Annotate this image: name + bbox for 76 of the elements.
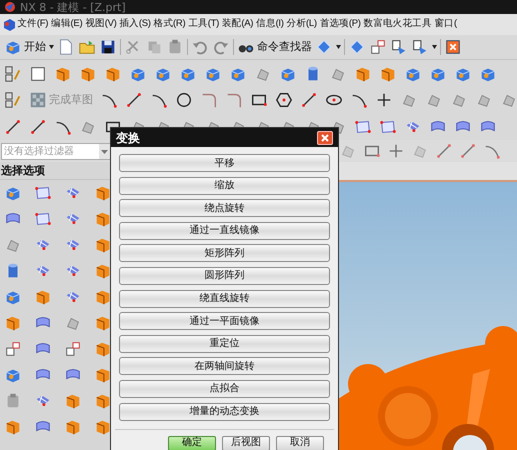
menu-item[interactable]: 窗口( <box>433 17 458 32</box>
transform-option-button[interactable]: 点拟合 <box>119 380 330 398</box>
start-button[interactable]: 开始 <box>4 38 46 56</box>
frames-icon[interactable] <box>64 340 82 358</box>
close-button[interactable] <box>317 130 333 144</box>
line-icon[interactable] <box>300 91 318 109</box>
transform-option-button[interactable]: 绕点旋转 <box>119 199 330 218</box>
transform-option-button[interactable]: 增量的动态变换 <box>119 402 330 421</box>
transform-option-button[interactable]: 缩放 <box>119 176 330 195</box>
transform-option-button[interactable]: 通过一平面镜像 <box>119 312 330 330</box>
transform-option-button[interactable]: 在两轴间旋转 <box>119 357 330 376</box>
line-icon[interactable] <box>29 118 47 136</box>
block-icon[interactable] <box>94 288 112 306</box>
block-icon[interactable] <box>94 262 112 280</box>
block-icon[interactable] <box>34 288 52 306</box>
caret-icon[interactable] <box>432 45 437 49</box>
plus-icon[interactable] <box>375 91 393 109</box>
transform-option-button[interactable]: 平移 <box>119 154 330 172</box>
block-icon[interactable] <box>94 418 112 436</box>
window-title: NX 8 - 建模 - [Z.prt] <box>20 2 126 12</box>
menu-item[interactable]: 编辑(E) <box>50 17 84 32</box>
block-icon[interactable] <box>94 236 112 254</box>
close-icon <box>321 134 329 142</box>
sheet-icon[interactable] <box>29 64 47 82</box>
command-finder-button[interactable]: 命令查找器 <box>237 38 312 56</box>
menu-item[interactable]: 装配(A) <box>220 17 255 32</box>
app-logo-icon <box>4 1 16 13</box>
menu-item[interactable]: 工具(T) <box>186 17 220 32</box>
line-icon[interactable] <box>125 91 143 109</box>
fillet-icon[interactable] <box>225 91 243 109</box>
ok-button[interactable]: 确定 <box>168 436 216 450</box>
layout-icon[interactable] <box>4 91 22 109</box>
block-icon[interactable] <box>94 314 112 332</box>
menu-item[interactable]: 首选项(P) <box>318 17 362 32</box>
menu-item[interactable]: 数富电火花工具 <box>362 17 434 32</box>
surface-icon[interactable] <box>34 210 52 228</box>
surface-icon[interactable] <box>34 184 52 202</box>
block-icon[interactable] <box>64 418 82 436</box>
menu-item[interactable]: 信息(I) <box>254 17 286 32</box>
line-icon[interactable] <box>4 118 22 136</box>
panel-title: 选择选项 <box>0 163 45 179</box>
transform-option-button[interactable]: 圆形阵列 <box>119 266 330 285</box>
polygon-icon[interactable] <box>275 91 293 109</box>
info-icon[interactable] <box>390 38 408 56</box>
block-icon[interactable] <box>64 392 82 410</box>
checkered-flag-icon <box>29 91 47 109</box>
menu-item[interactable]: 视图(V) <box>84 17 118 32</box>
transform-option-button[interactable]: 矩形阵列 <box>119 244 330 262</box>
circle-icon[interactable] <box>175 91 193 109</box>
menu-item[interactable]: 分析(L) <box>285 17 318 32</box>
fillet-icon[interactable] <box>200 91 218 109</box>
transform-option-button[interactable]: 绕直线旋转 <box>119 290 330 308</box>
dialog-button[interactable]: 后视图 <box>222 436 270 450</box>
block-icon[interactable] <box>4 418 22 436</box>
block-icon[interactable] <box>94 340 112 358</box>
block-icon[interactable] <box>94 184 112 202</box>
menu-item[interactable]: 格式(R) <box>152 17 187 32</box>
info-icon[interactable] <box>411 38 429 56</box>
dialog-title: 变换 <box>116 130 140 146</box>
frames-icon[interactable] <box>4 340 22 358</box>
close-icon[interactable] <box>444 38 462 56</box>
block-icon[interactable] <box>94 392 112 410</box>
caret-icon[interactable] <box>49 45 54 49</box>
transform-option-button[interactable]: 重定位 <box>119 334 330 353</box>
dialog-button[interactable]: 取消 <box>276 436 324 450</box>
block-icon[interactable] <box>94 366 112 384</box>
transform-option-button[interactable]: 通过一直线镜像 <box>119 222 330 240</box>
menu-item[interactable]: 插入(S) <box>118 17 152 32</box>
save-icon[interactable] <box>99 38 117 56</box>
layout-icon[interactable] <box>4 64 22 82</box>
block-icon[interactable] <box>94 210 112 228</box>
menu-logo-icon[interactable] <box>2 18 16 32</box>
menu-item[interactable]: 文件(F) <box>16 17 50 32</box>
caret-icon[interactable] <box>336 45 341 49</box>
frames-icon[interactable] <box>369 38 387 56</box>
block-icon[interactable] <box>4 314 22 332</box>
